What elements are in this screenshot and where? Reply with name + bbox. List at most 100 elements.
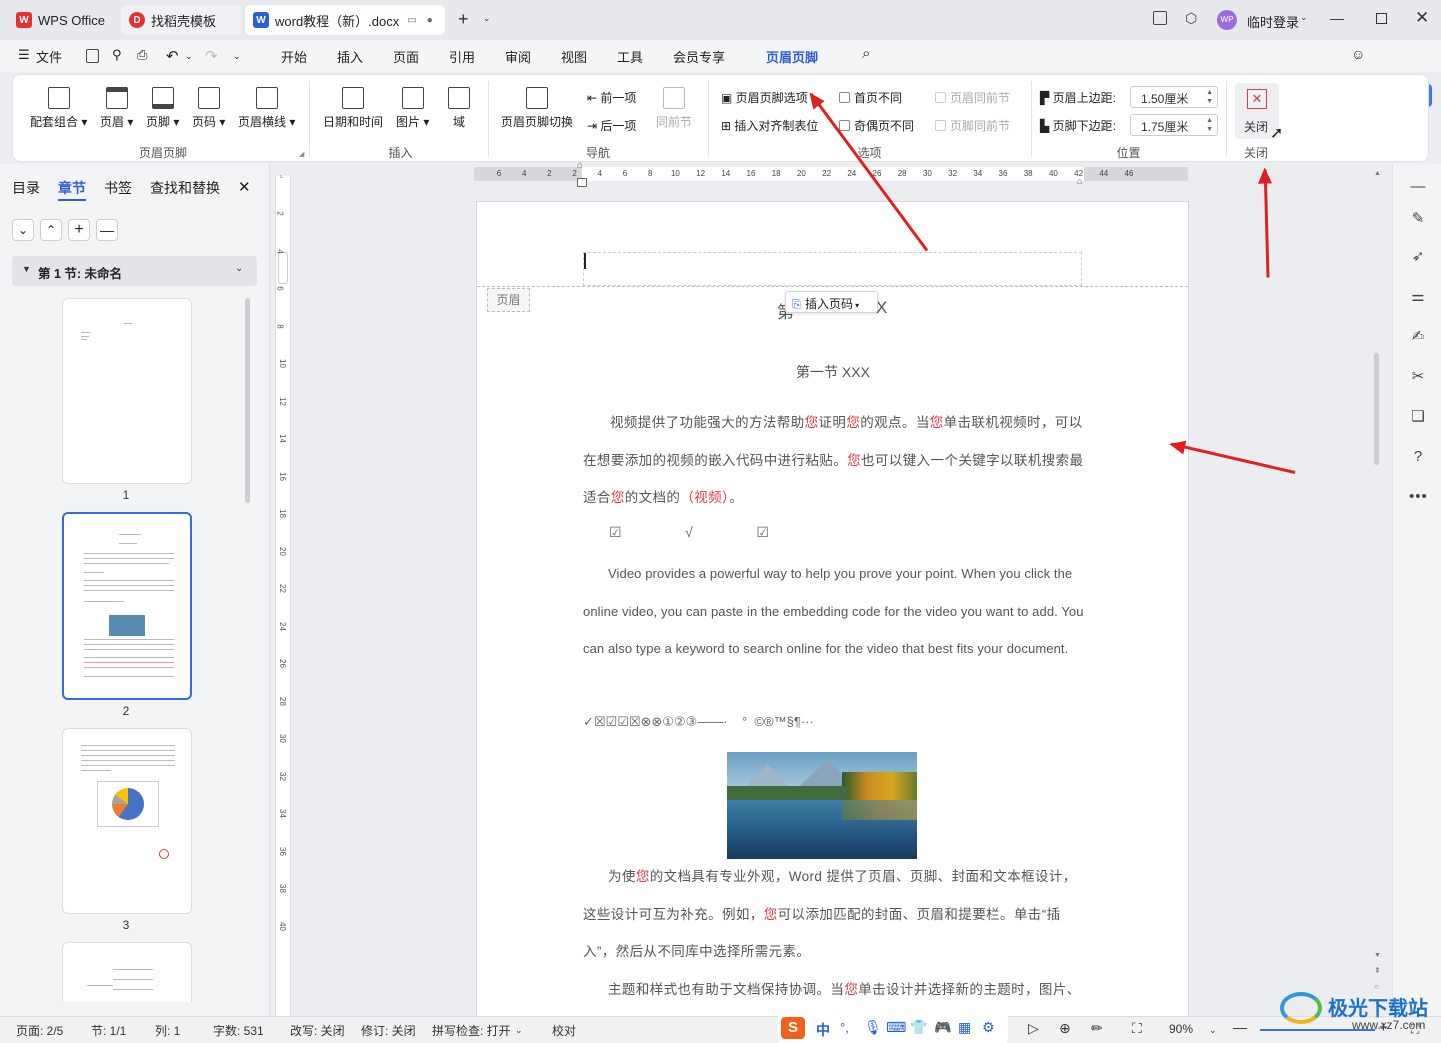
maximize-icon[interactable] [1376, 13, 1387, 24]
web-view-icon[interactable]: ⊕ [1059, 1020, 1071, 1037]
fit-page-icon[interactable]: ⛶ [1132, 1020, 1142, 1037]
menu-view[interactable]: 视图 [561, 47, 587, 66]
sogou-logo-icon[interactable]: S [781, 1017, 805, 1039]
select-cursor-icon[interactable]: ➶ [1409, 248, 1427, 266]
page-thumbnail-3[interactable] [62, 728, 192, 914]
layout-icon[interactable] [1153, 11, 1167, 25]
first-page-diff-checkbox[interactable]: 首页不同 [839, 89, 902, 106]
grid-apps-icon[interactable]: ▦ [958, 1019, 971, 1036]
login-chevron-icon[interactable]: ⌄ [1300, 12, 1308, 23]
insert-tab-button[interactable]: ⊞ 插入对齐制表位 [721, 117, 818, 134]
status-section[interactable]: 节: 1/1 [91, 1022, 126, 1039]
skin-icon[interactable]: 👕 [910, 1019, 927, 1036]
punctuation-icon[interactable]: °, [840, 1020, 849, 1035]
footer-same-checkbox[interactable]: 页脚同前节 [935, 117, 1010, 134]
same-as-prev-button[interactable]: 同前节 [656, 87, 692, 130]
help-icon[interactable]: ? [1409, 448, 1427, 466]
play-icon[interactable]: ▷ [1028, 1020, 1039, 1037]
field-button[interactable]: 域 [448, 87, 470, 130]
status-page[interactable]: 页面: 2/5 [16, 1022, 63, 1039]
tab-wps-office[interactable]: W WPS Office [8, 5, 118, 35]
tab-bookmarks[interactable]: 书签 [104, 178, 132, 198]
save-icon[interactable] [86, 49, 99, 63]
picture-button[interactable]: 图片 ▾ [396, 87, 429, 130]
remove-section-icon[interactable]: — [96, 219, 118, 241]
scrollbar-thumb[interactable] [245, 298, 250, 503]
next-item-button[interactable]: ⇥ 后一项 [587, 117, 636, 134]
page-thumbnail-4[interactable] [62, 942, 192, 1002]
zoom-chevron-icon[interactable]: ⌄ [1209, 1025, 1217, 1036]
game-icon[interactable]: 🎮 [934, 1019, 951, 1036]
indent-marker-icon[interactable]: ⌂ [577, 160, 583, 171]
odd-even-diff-checkbox[interactable]: 奇偶页不同 [839, 117, 914, 134]
share-link-icon[interactable]: ⚲ [112, 47, 122, 63]
status-overwrite[interactable]: 改写: 关闭 [290, 1022, 345, 1039]
login-label[interactable]: 临时登录 [1247, 12, 1299, 31]
header-top-margin-input[interactable]: 1.50厘米 ▲ ▼ [1130, 86, 1218, 108]
microphone-icon[interactable]: 🎙 [864, 1019, 882, 1036]
zoom-level[interactable]: 90% [1169, 1022, 1193, 1036]
scroll-down-icon[interactable]: ▼ [1374, 952, 1381, 959]
settings-icon[interactable]: ⚙ [982, 1019, 995, 1036]
chevron-down-icon[interactable]: ⌄ [483, 13, 491, 24]
spellcheck-chevron-icon[interactable]: ⌄ [515, 1025, 523, 1036]
left-indent-icon[interactable] [577, 178, 587, 187]
header-edit-area[interactable] [583, 252, 1082, 286]
minimize-icon[interactable]: — [1330, 10, 1344, 26]
close-pane-icon[interactable]: ✕ [238, 178, 251, 196]
group-expand-icon[interactable]: ◢ [299, 150, 304, 158]
hf-switch-button[interactable]: 页眉页脚切换 [501, 87, 573, 130]
undo-dropdown-icon[interactable]: ⌄ [185, 51, 193, 62]
date-time-button[interactable]: 日期和时间 [323, 87, 383, 130]
book-icon[interactable]: ❏ [1409, 408, 1427, 426]
avatar[interactable]: WP [1217, 10, 1237, 30]
page-thumbnail-2[interactable] [62, 512, 192, 700]
header-same-checkbox[interactable]: 页眉同前节 [935, 89, 1010, 106]
menu-reference[interactable]: 引用 [449, 47, 475, 66]
tab-template[interactable]: D 找稻壳模板 [121, 5, 241, 35]
menu-insert[interactable]: 插入 [337, 47, 363, 66]
ruler-slider-handle[interactable] [278, 252, 288, 284]
footer-button[interactable]: 页脚 ▾ [146, 87, 179, 130]
ai-write-icon[interactable]: ✍ [1409, 328, 1427, 346]
tab-document[interactable]: W word教程（新）.docx ▭ ● [245, 5, 445, 35]
tab-toc[interactable]: 目录 [12, 178, 40, 198]
menu-header-footer[interactable]: 页眉页脚 [766, 47, 818, 66]
search-icon[interactable]: ⌕ [862, 45, 870, 62]
right-indent-icon[interactable]: ⌂ [1077, 176, 1082, 186]
menu-tools[interactable]: 工具 [617, 47, 643, 66]
print-preview-icon[interactable]: ⎙ [137, 47, 147, 63]
menu-start[interactable]: 开始 [281, 47, 307, 66]
lake-landscape-image[interactable] [727, 752, 917, 859]
document-scrollbar[interactable]: ▲ ▼ ⇞ ○ ⇟ [1374, 170, 1381, 1016]
spin-arrows-icon[interactable]: ▲ ▼ [1206, 116, 1213, 134]
header-button[interactable]: 页眉 ▾ [100, 87, 133, 130]
page-number-button[interactable]: 页码 ▾ [192, 87, 225, 130]
status-column[interactable]: 列: 1 [155, 1022, 180, 1039]
prev-item-button[interactable]: ⇤ 前一项 [587, 89, 636, 106]
pen-mode-icon[interactable]: ✏ [1091, 1020, 1103, 1037]
zoom-out-icon[interactable]: — [1233, 1019, 1247, 1035]
quick-access-chevron-icon[interactable]: ⌄ [233, 51, 241, 62]
scroll-up-icon[interactable]: ▲ [1374, 170, 1381, 177]
status-word-count[interactable]: 字数: 531 [213, 1022, 264, 1039]
footer-bottom-margin-input[interactable]: 1.75厘米 ▲ ▼ [1130, 114, 1218, 136]
chevron-down-icon[interactable]: ⌄ [12, 219, 34, 241]
status-spellcheck[interactable]: 拼写检查: 打开 [432, 1022, 511, 1039]
hamburger-icon[interactable]: ☰ [18, 47, 30, 63]
header-line-button[interactable]: 页眉横线 ▾ [238, 87, 295, 130]
hf-options-button[interactable]: ▣ 页眉页脚选项 [721, 89, 808, 106]
new-tab-plus-icon[interactable]: + [458, 9, 469, 30]
add-section-icon[interactable]: + [68, 219, 90, 241]
menu-page[interactable]: 页面 [393, 47, 419, 66]
page-thumbnail-1[interactable] [62, 298, 192, 484]
prev-page-icon[interactable]: ⇞ [1374, 966, 1381, 975]
spin-arrows-icon[interactable]: ▲ ▼ [1206, 88, 1213, 106]
menu-file[interactable]: 文件 [36, 47, 62, 66]
scrollbar-thumb[interactable] [1374, 353, 1379, 465]
adjust-sliders-icon[interactable]: ⚌ [1409, 288, 1427, 306]
unsaved-dot-icon[interactable]: ● [427, 15, 433, 26]
undo-icon[interactable]: ↶ [166, 47, 179, 65]
combo-button[interactable]: 配套组合 ▾ [30, 87, 87, 130]
menu-vip[interactable]: 会员专享 [673, 47, 725, 66]
